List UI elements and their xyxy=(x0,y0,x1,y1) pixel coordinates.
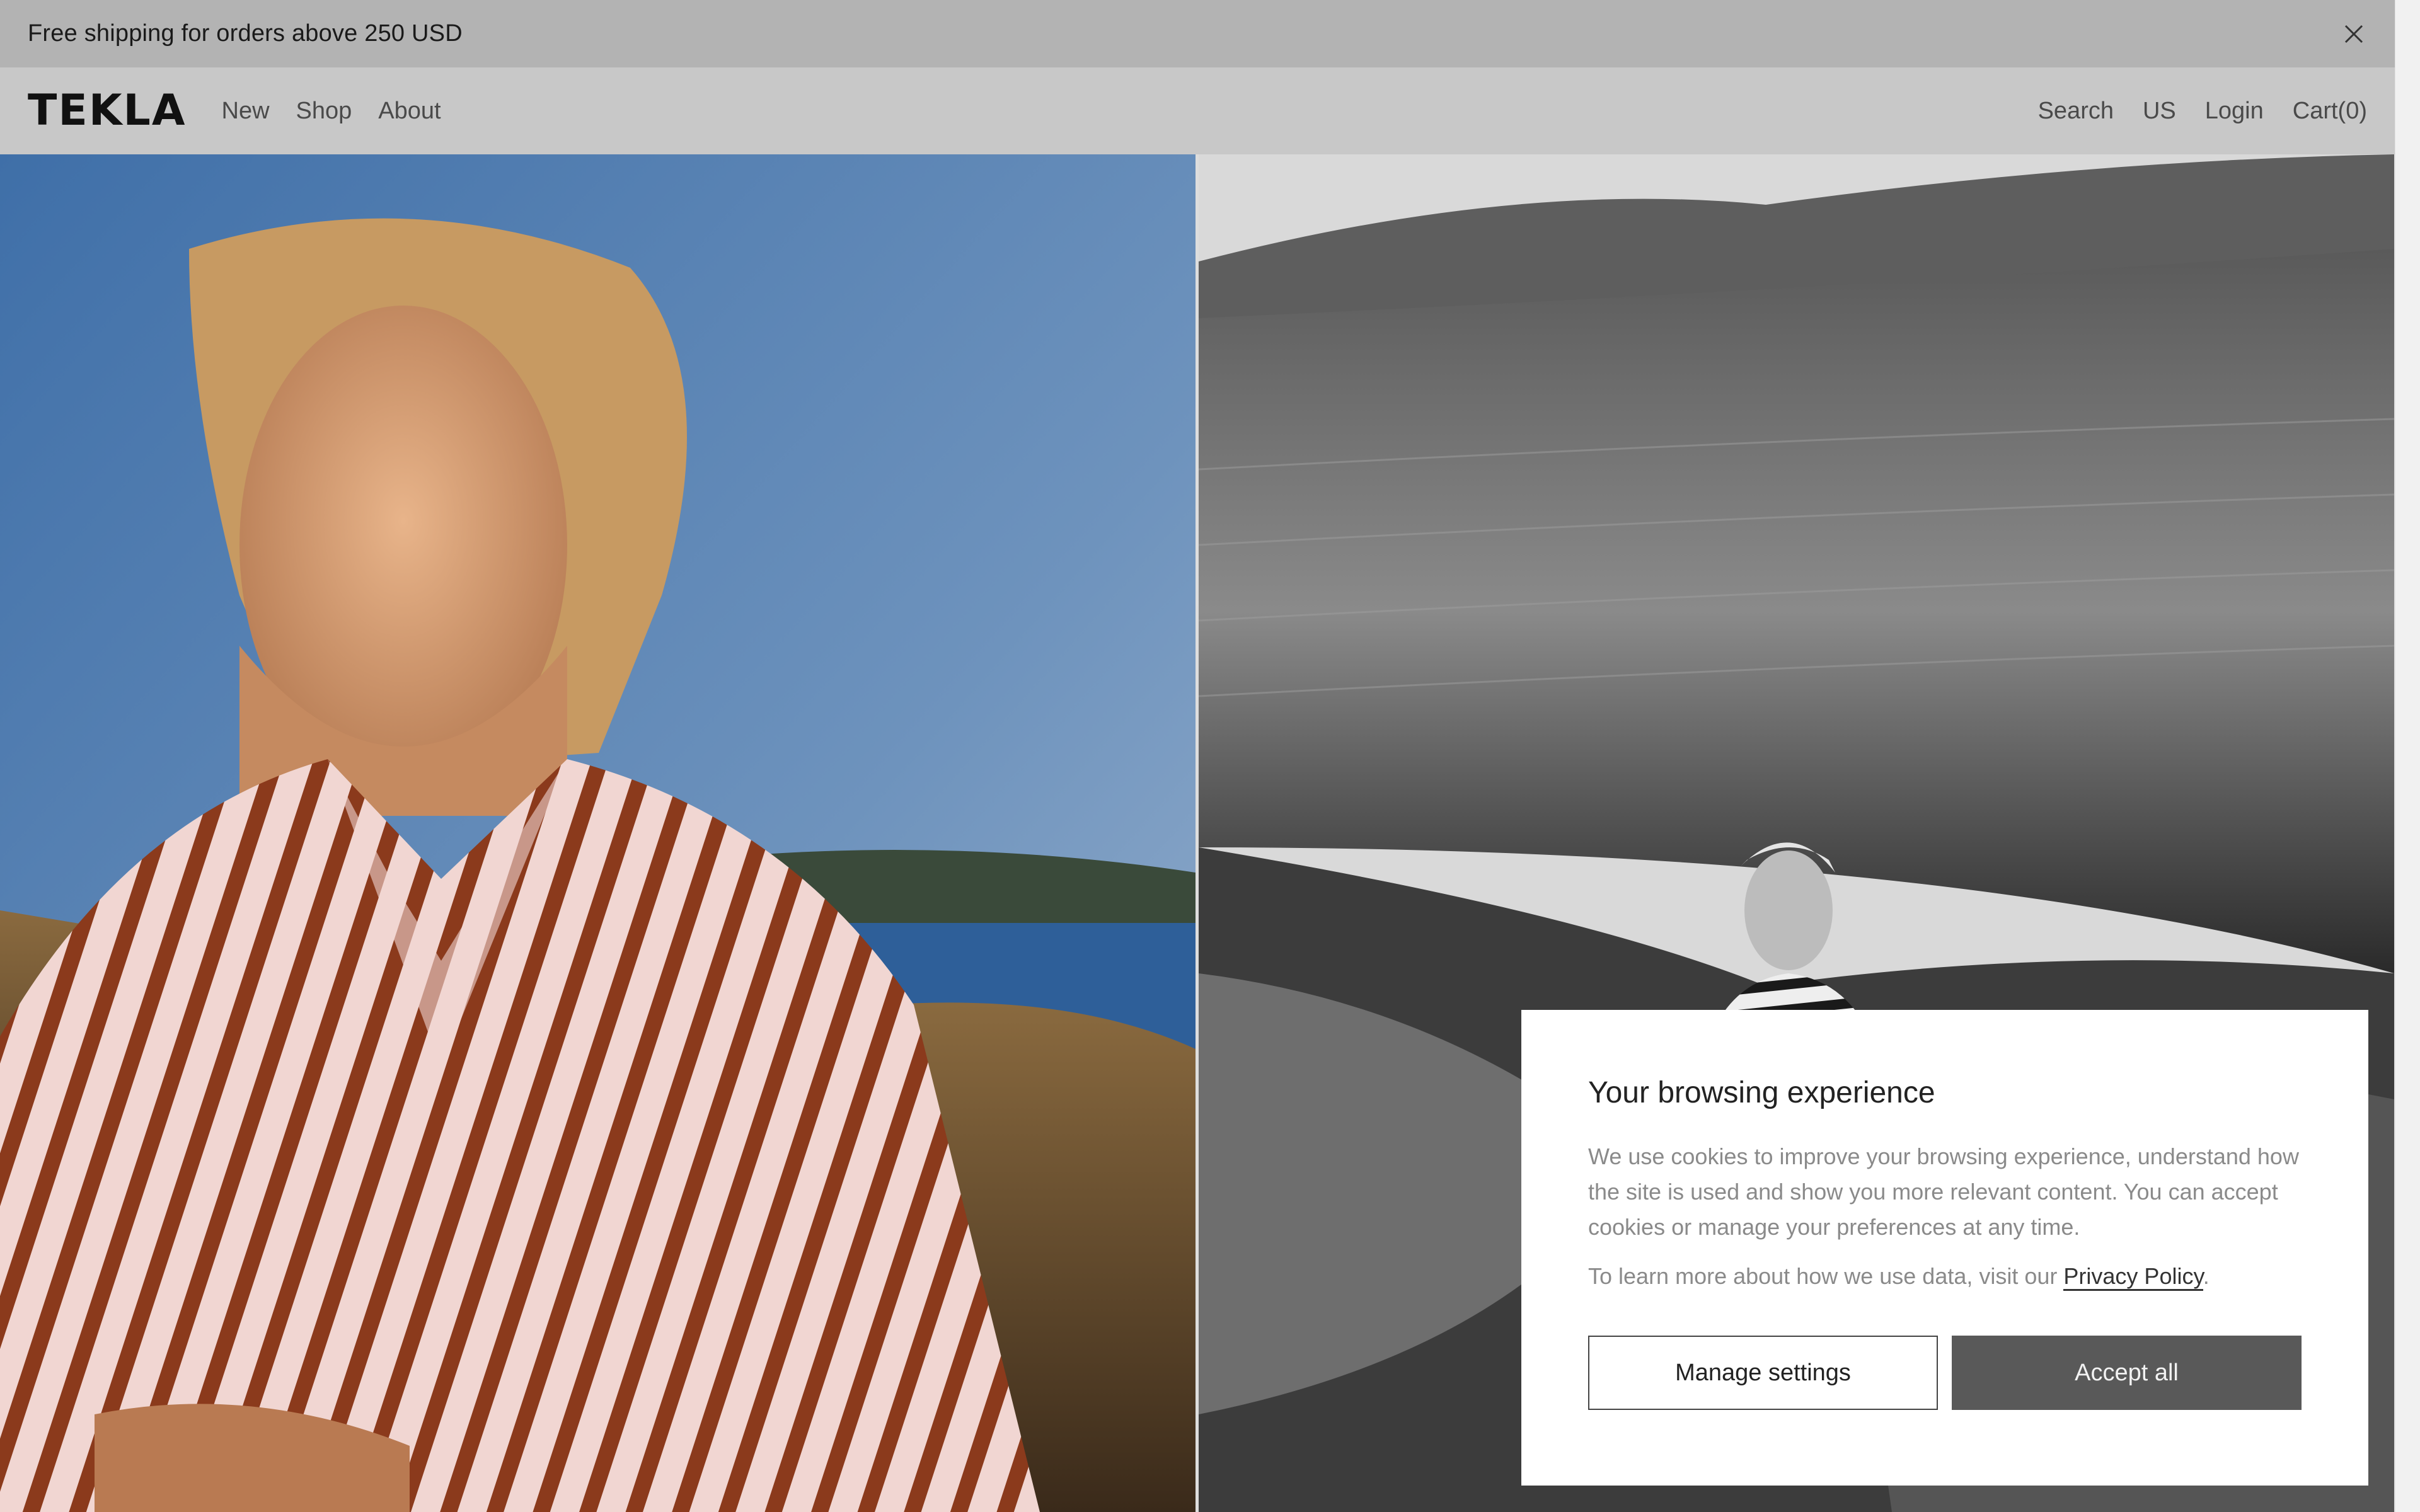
cookie-learn-more: To learn more about how we use data, vis… xyxy=(1588,1259,2302,1294)
region-selector[interactable]: US xyxy=(2143,98,2176,125)
page: Free shipping for orders above 250 USD T… xyxy=(0,0,2420,1512)
nav-about[interactable]: About xyxy=(378,98,441,125)
learn-more-prefix: To learn more about how we use data, vis… xyxy=(1588,1263,2064,1289)
cookie-consent-dialog: Your browsing experience We use cookies … xyxy=(1521,1010,2368,1486)
striped-robe-photo xyxy=(0,154,1196,1512)
manage-settings-button[interactable]: Manage settings xyxy=(1588,1336,1938,1410)
privacy-policy-link[interactable]: Privacy Policy xyxy=(2063,1263,2203,1291)
login-link[interactable]: Login xyxy=(2205,98,2264,125)
site-header: TEKLA New Shop About Search US Login Car… xyxy=(0,67,2395,154)
page-scrollbar[interactable] xyxy=(2395,0,2420,1512)
cookie-dialog-title: Your browsing experience xyxy=(1588,1076,1935,1109)
hero-image-left[interactable] xyxy=(0,154,1196,1512)
learn-more-suffix: . xyxy=(2203,1263,2210,1289)
announcement-text: Free shipping for orders above 250 USD xyxy=(28,20,463,47)
cookie-dialog-body: We use cookies to improve your browsing … xyxy=(1588,1143,2299,1240)
nav-new[interactable]: New xyxy=(222,98,270,125)
cart-link[interactable]: Cart(0) xyxy=(2293,98,2367,125)
nav-shop[interactable]: Shop xyxy=(296,98,352,125)
search-link[interactable]: Search xyxy=(2038,98,2114,125)
utility-nav: Search US Login Cart(0) xyxy=(2009,98,2367,125)
accept-all-button[interactable]: Accept all xyxy=(1952,1336,2302,1410)
close-icon[interactable] xyxy=(2338,18,2370,50)
main-nav: New Shop About xyxy=(222,98,468,125)
announcement-bar: Free shipping for orders above 250 USD xyxy=(0,0,2395,67)
cookie-actions: Manage settings Accept all xyxy=(1588,1336,2302,1410)
tekla-logo[interactable]: TEKLA xyxy=(28,89,187,132)
